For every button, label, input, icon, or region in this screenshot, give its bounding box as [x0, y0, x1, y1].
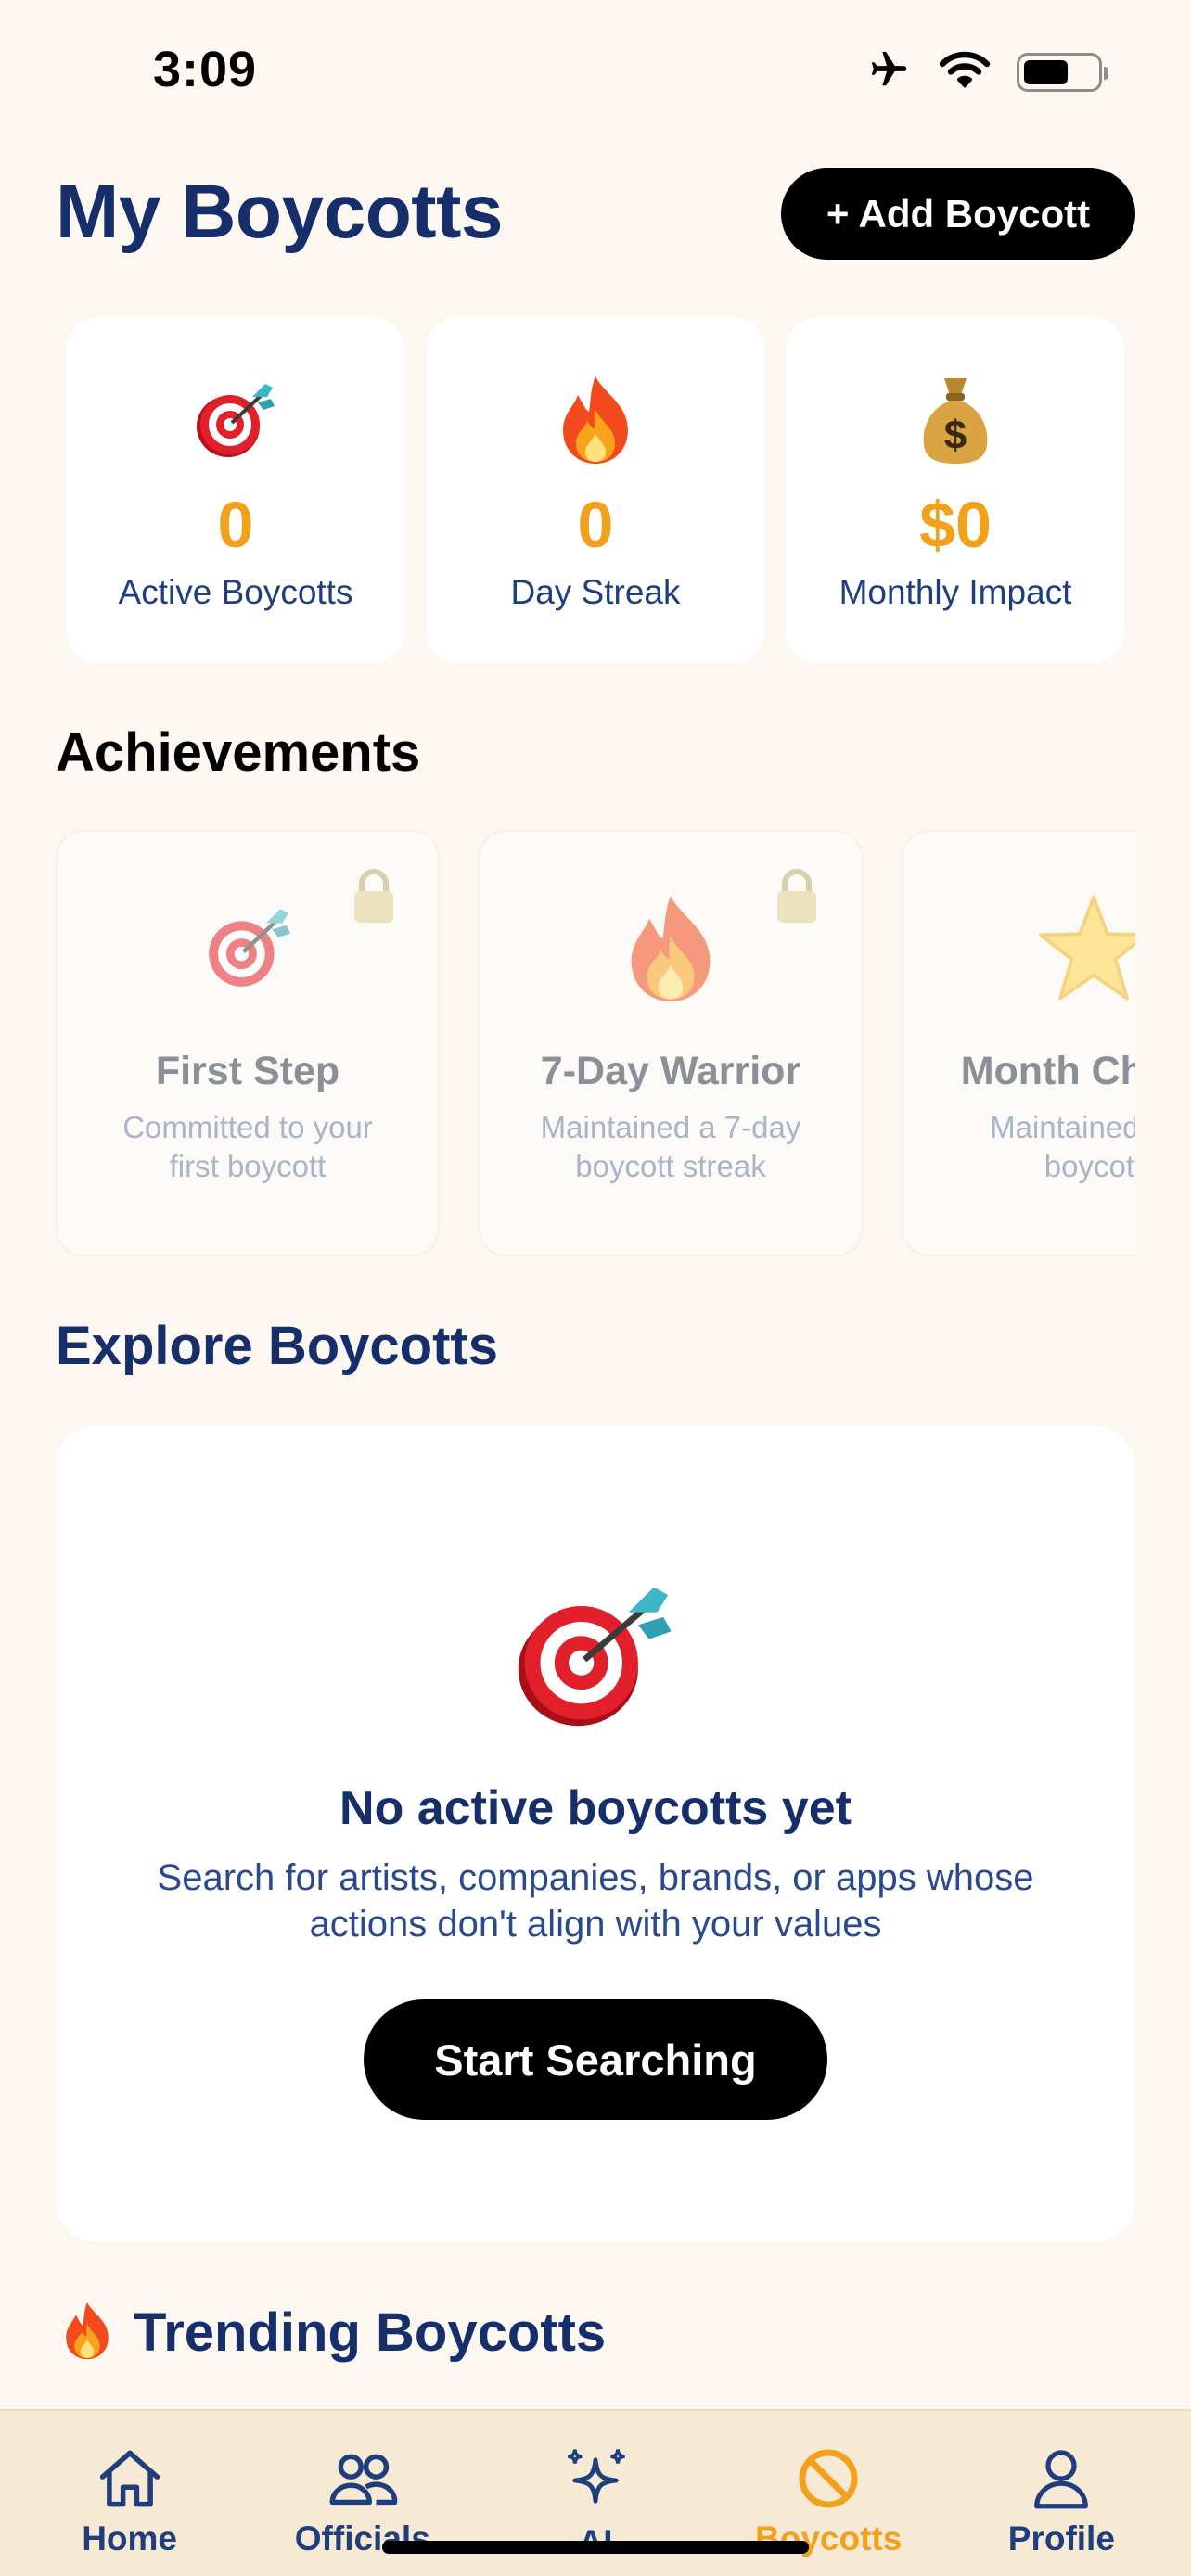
tab-label: Profile: [1007, 2519, 1115, 2557]
fire-icon: [556, 373, 635, 465]
stat-card-day-streak: 0 Day Streak: [427, 317, 764, 663]
lock-icon: [351, 867, 397, 929]
money-bag-icon: $: [918, 373, 992, 465]
achievement-description: Maintained a 7-day boycott streak: [540, 1110, 801, 1183]
status-bar: 3:09: [0, 0, 1191, 139]
lock-icon: [774, 867, 820, 929]
achievement-description: Maintained day boycott: [990, 1110, 1135, 1183]
fire-icon: [622, 887, 719, 1008]
home-icon: [96, 2446, 164, 2516]
achievements-title: Achievements: [56, 722, 421, 783]
empty-state-title: No active boycotts yet: [339, 1781, 852, 1835]
wifi-icon: [939, 50, 991, 94]
airplane-icon: [864, 48, 913, 96]
person-icon: [1031, 2446, 1091, 2516]
achievement-description: Committed to your first boycott: [122, 1110, 373, 1183]
empty-state-card: No active boycotts yet Search for artist…: [56, 1426, 1135, 2242]
achievement-card-month-champ[interactable]: Month Champ Maintained day boycott: [902, 830, 1135, 1256]
explore-title: Explore Boycotts: [56, 1316, 498, 1376]
stat-label: Monthly Impact: [839, 573, 1072, 611]
achievement-title: First Step: [155, 1049, 340, 1093]
battery-icon: [1017, 52, 1108, 92]
tab-profile[interactable]: Profile: [950, 2411, 1172, 2576]
people-icon: [326, 2446, 400, 2516]
page-title: My Boycotts: [56, 170, 504, 254]
target-dart-icon: [190, 887, 305, 1008]
trending-header: Trending Boycotts: [61, 2300, 606, 2366]
home-indicator: [382, 2541, 809, 2554]
tab-home[interactable]: Home: [19, 2411, 241, 2576]
stat-value: $0: [919, 489, 992, 561]
trending-title: Trending Boycotts: [134, 2302, 607, 2363]
achievement-title: 7-Day Warrior: [540, 1049, 801, 1093]
target-dart-icon: [189, 373, 282, 465]
stat-card-monthly-impact: $ $0 Monthly Impact: [787, 317, 1124, 663]
status-time: 3:09: [153, 42, 258, 97]
achievement-card-7-day-warrior[interactable]: 7-Day Warrior Maintained a 7-day boycott…: [479, 830, 863, 1256]
status-icons: [864, 48, 1108, 96]
sparkles-icon: [560, 2446, 631, 2519]
stat-label: Active Boycotts: [118, 573, 353, 611]
fire-icon: [61, 2300, 113, 2366]
star-icon: [1036, 887, 1135, 1008]
svg-text:$: $: [944, 413, 967, 458]
empty-state-text: Search for artists, companies, brands, o…: [157, 1857, 1034, 1945]
achievement-title: Month Champ: [960, 1049, 1135, 1093]
stat-value: 0: [577, 489, 614, 561]
achievements-carousel[interactable]: First Step Committed to your first boyco…: [56, 830, 1135, 1260]
prohibited-icon: [796, 2446, 861, 2516]
stats-row: 0 Active Boycotts 0 Day Streak $ $0 Mont…: [67, 317, 1124, 663]
achievement-card-first-step[interactable]: First Step Committed to your first boyco…: [56, 830, 440, 1256]
stat-card-active-boycotts: 0 Active Boycotts: [67, 317, 404, 663]
tab-label: Home: [82, 2519, 177, 2557]
target-dart-icon: [507, 1575, 684, 1732]
stat-value: 0: [217, 489, 254, 561]
start-searching-button[interactable]: Start Searching: [364, 1999, 827, 2120]
add-boycott-button[interactable]: + Add Boycott: [781, 168, 1135, 260]
stat-label: Day Streak: [510, 573, 681, 611]
